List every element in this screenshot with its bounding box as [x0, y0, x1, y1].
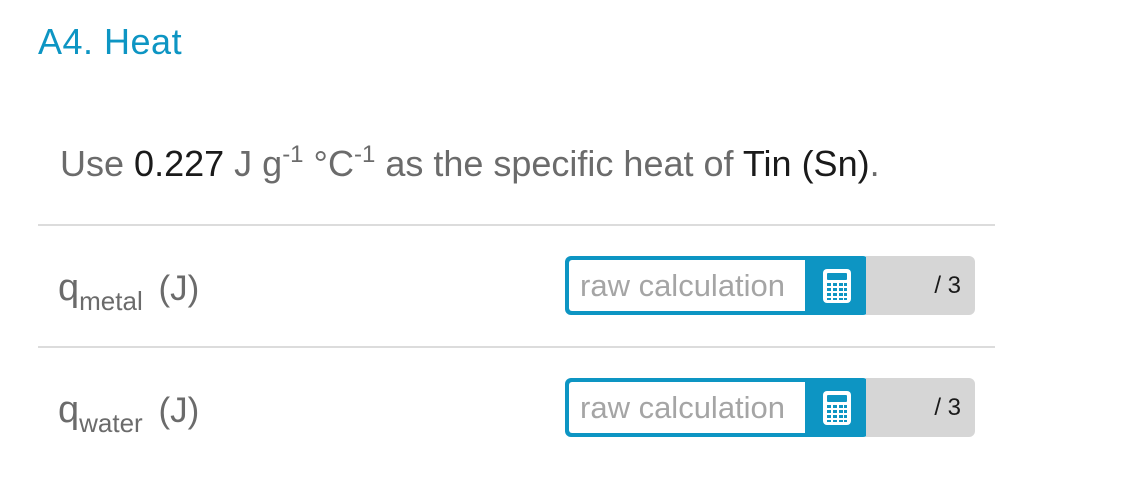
q-water-answer-box	[565, 378, 869, 437]
substance-name: Tin (Sn)	[742, 143, 870, 184]
divider	[38, 346, 995, 348]
q-water-points-box: / 3	[866, 378, 975, 437]
unit-exponent-2: -1	[353, 141, 376, 168]
calculator-icon	[823, 390, 851, 425]
instruction-middle: as the specific heat of	[385, 143, 734, 184]
unit-j-g: J g	[234, 143, 283, 184]
instruction-prefix: Use	[60, 143, 125, 184]
section-title: A4. Heat	[38, 21, 183, 62]
question-page: A4. Heat Use 0.227 J g-1 °C-1 as the spe…	[0, 0, 1124, 486]
q-water-label: qwater (J)	[58, 388, 200, 436]
q-subscript: metal	[79, 286, 143, 316]
q-water-calculator-button[interactable]	[805, 378, 869, 437]
q-metal-calculator-button[interactable]	[805, 256, 869, 315]
q-symbol: q	[58, 389, 80, 431]
q-subscript: water	[79, 408, 143, 438]
instruction-text: Use 0.227 J g-1 °C-1 as the specific hea…	[60, 140, 880, 188]
q-metal-label: qmetal (J)	[58, 266, 200, 314]
unit-celsius: °C	[313, 143, 354, 184]
q-water-input[interactable]	[569, 382, 805, 433]
calculator-icon	[823, 268, 851, 303]
q-metal-input[interactable]	[569, 260, 805, 311]
divider	[38, 224, 995, 226]
q-unit: (J)	[158, 391, 200, 430]
q-water-points: / 3	[934, 394, 961, 421]
q-symbol: q	[58, 267, 80, 309]
specific-heat-value: 0.227	[134, 143, 225, 184]
q-metal-points-box: / 3	[866, 256, 975, 315]
unit-exponent-1: -1	[282, 141, 304, 168]
q-metal-points: / 3	[934, 272, 961, 299]
instruction-suffix: .	[869, 143, 880, 184]
q-metal-answer-box	[565, 256, 869, 315]
q-unit: (J)	[158, 269, 200, 308]
